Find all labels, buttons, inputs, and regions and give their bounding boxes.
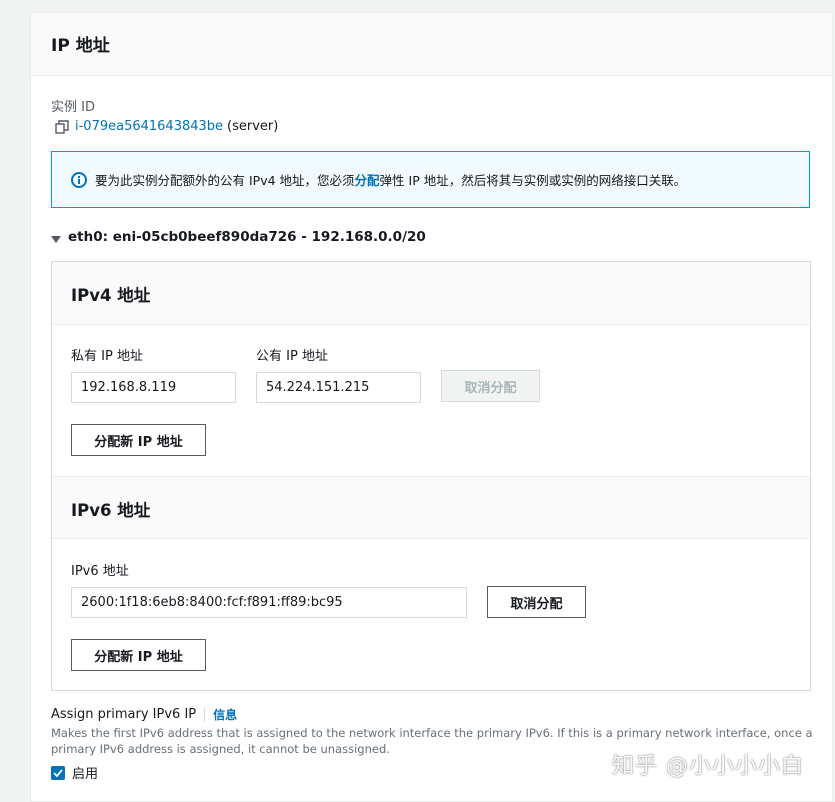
- ipv4-header: IPv4 地址: [52, 262, 810, 325]
- enable-checkbox-row[interactable]: 启用: [51, 763, 98, 782]
- instance-id-label: 实例 ID: [51, 96, 95, 115]
- panel-title: IP 地址: [51, 31, 110, 56]
- interface-label: eth0: eni-05cb0beef890da726 - 192.168.0.…: [68, 229, 426, 245]
- ipv6-assign-new-button[interactable]: 分配新 IP 地址: [71, 639, 206, 671]
- ipv4-assign-new-button[interactable]: 分配新 IP 地址: [71, 424, 206, 456]
- interface-toggle[interactable]: eth0: eni-05cb0beef890da726 - 192.168.0.…: [51, 229, 426, 245]
- ipv6-field-label: IPv6 地址: [71, 560, 129, 579]
- instance-id-row: i-079ea5641643843be (server): [55, 119, 278, 134]
- ipv6-header: IPv6 地址: [52, 476, 810, 539]
- ip-address-panel: IP 地址 实例 ID i-079ea5641643843be (server)…: [30, 12, 833, 802]
- copy-icon[interactable]: [55, 120, 69, 134]
- primary-ipv6-row: Assign primary IPv6 IP 信息: [51, 706, 237, 723]
- check-icon: [53, 768, 63, 778]
- info-icon: [71, 172, 87, 188]
- instance-name: (server): [227, 119, 278, 134]
- alert-text-before: 要为此实例分配额外的公有 IPv4 地址，您必须: [95, 170, 355, 189]
- public-ip-label: 公有 IP 地址: [256, 345, 328, 364]
- ipv6-address-field[interactable]: 2600:1f18:6eb8:8400:fcf:f891:ff89:bc95: [71, 587, 467, 618]
- enable-checkbox-label: 启用: [72, 763, 98, 782]
- primary-ipv6-label: Assign primary IPv6 IP: [51, 707, 196, 722]
- alert-allocate-link[interactable]: 分配: [355, 170, 380, 189]
- watermark: 知乎 @小小小小白: [612, 748, 804, 780]
- info-link[interactable]: 信息: [213, 706, 237, 723]
- panel-header: IP 地址: [31, 13, 832, 76]
- alert-text-after: 弹性 IP 地址，然后将其与实例或实例的网络接口关联。: [380, 170, 687, 189]
- instance-id-link[interactable]: i-079ea5641643843be: [75, 119, 223, 134]
- ipv4-title: IPv4 地址: [71, 282, 150, 306]
- divider: [204, 708, 205, 722]
- private-ip-label: 私有 IP 地址: [71, 345, 143, 364]
- public-ip-field[interactable]: 54.224.151.215: [256, 372, 421, 403]
- ipv4-unassign-button[interactable]: 取消分配: [441, 370, 540, 402]
- info-alert: 要为此实例分配额外的公有 IPv4 地址，您必须分配弹性 IP 地址，然后将其与…: [51, 151, 810, 208]
- caret-down-icon: [51, 232, 61, 242]
- private-ip-field[interactable]: 192.168.8.119: [71, 372, 236, 403]
- ipv6-title: IPv6 地址: [71, 497, 150, 521]
- interface-subpanel: IPv4 地址 私有 IP 地址 192.168.8.119 公有 IP 地址 …: [51, 261, 811, 691]
- enable-checkbox[interactable]: [51, 766, 65, 780]
- ipv6-unassign-button[interactable]: 取消分配: [487, 586, 586, 618]
